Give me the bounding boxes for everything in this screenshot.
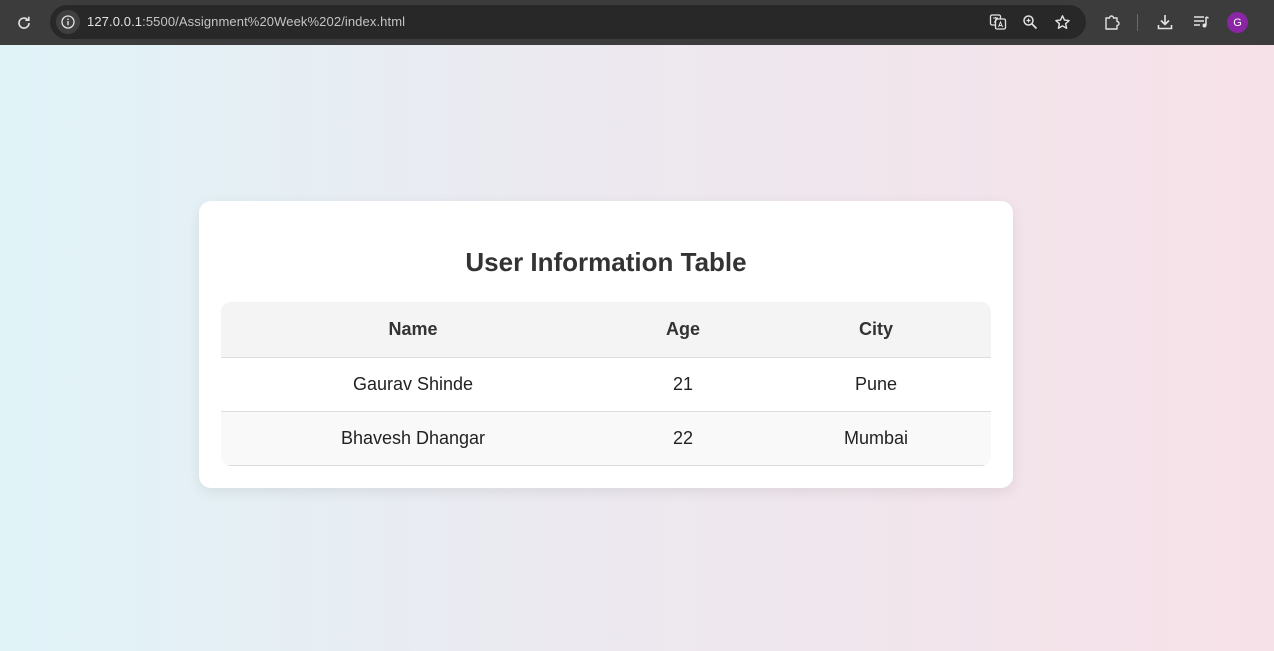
cell-age: 21 — [672, 373, 694, 394]
translate-icon[interactable] — [986, 10, 1010, 34]
table-header-row: Name Age City — [221, 302, 991, 357]
cell-city: Mumbai — [843, 427, 909, 448]
bookmark-star-icon[interactable] — [1050, 10, 1074, 34]
download-icon[interactable] — [1153, 10, 1177, 34]
header-name: Name — [388, 318, 438, 339]
profile-avatar[interactable]: G — [1227, 12, 1248, 33]
user-table-container: Name Age City Gaurav Shinde 21 Pune Bhav… — [221, 302, 991, 466]
cell-city: Pune — [854, 373, 898, 394]
media-control-icon[interactable] — [1189, 10, 1213, 34]
page-title: User Information Table — [465, 247, 747, 277]
url-text[interactable]: 127.0.0.1:5500/Assignment%20Week%202/ind… — [87, 14, 405, 29]
url-path: :5500/Assignment%20Week%202/index.html — [142, 14, 406, 29]
cell-age: 22 — [672, 427, 694, 448]
header-city: City — [858, 318, 893, 339]
address-bar[interactable]: 127.0.0.1:5500/Assignment%20Week%202/ind… — [50, 5, 1086, 39]
reload-icon[interactable] — [12, 11, 36, 35]
url-host: 127.0.0.1 — [87, 14, 143, 29]
site-info-icon[interactable] — [56, 10, 80, 34]
header-age: Age — [665, 318, 700, 339]
table-row: Bhavesh Dhangar 22 Mumbai — [221, 411, 991, 465]
extensions-icon[interactable] — [1100, 10, 1124, 34]
table-row: Gaurav Shinde 21 Pune — [221, 357, 991, 411]
user-information-table: Name Age City Gaurav Shinde 21 Pune Bhav… — [221, 302, 991, 466]
browser-toolbar: 127.0.0.1:5500/Assignment%20Week%202/ind… — [0, 0, 1274, 45]
toolbar-separator — [1137, 14, 1138, 31]
cell-name: Bhavesh Dhangar — [340, 427, 486, 448]
table-card: User Information Table Name Age City Gau… — [199, 201, 1013, 488]
cell-name: Gaurav Shinde — [352, 373, 474, 394]
zoom-icon[interactable] — [1018, 10, 1042, 34]
page-viewport: User Information Table Name Age City Gau… — [0, 45, 1274, 651]
